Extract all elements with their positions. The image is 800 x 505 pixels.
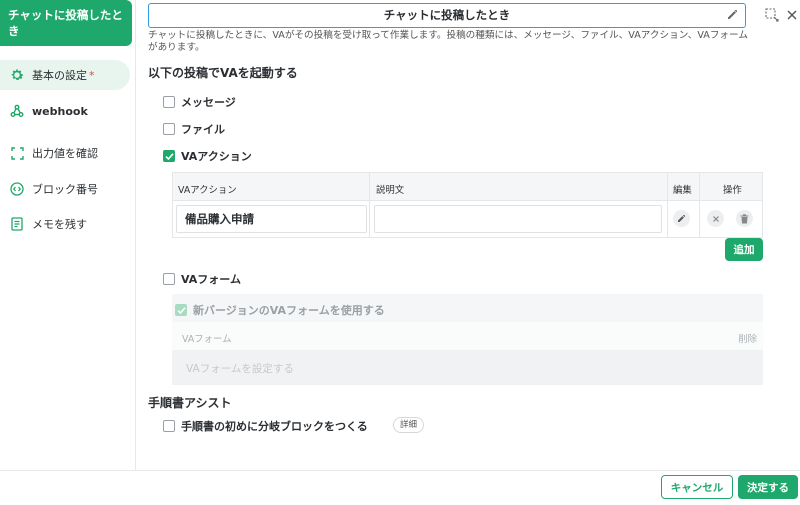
webhook-icon [9, 103, 25, 119]
cancel-button[interactable]: キャンセル [661, 475, 733, 499]
checkbox-label: ファイル [181, 123, 225, 136]
checkbox-box[interactable] [163, 420, 175, 432]
remove-button[interactable] [707, 210, 724, 227]
sidebar-item-label: webhook [32, 104, 88, 118]
trash-icon [740, 213, 749, 223]
header-edit: 編集 [673, 185, 692, 196]
confirm-button[interactable]: 決定する [738, 475, 798, 499]
sidebar-item-label: 出力値を確認 [32, 147, 98, 160]
checkbox-box[interactable] [163, 96, 175, 108]
check-icon [164, 152, 174, 160]
sidebar-item-webhook[interactable]: webhook [0, 96, 130, 126]
checkbox-new-version: 新バージョンのVAフォームを使用する [175, 302, 385, 318]
header-va-form: VAフォーム [182, 334, 232, 345]
header-va-action: VAアクション [178, 185, 237, 196]
checkbox-message[interactable]: メッセージ [163, 94, 236, 110]
add-button[interactable]: 追加 [725, 238, 763, 261]
sidebar-item-basic-settings[interactable]: 基本の設定 * [0, 60, 130, 90]
checkbox-label: 手順書の初めに分岐ブロックをつくる [181, 420, 368, 433]
table-header: VAアクション 説明文 編集 操作 [173, 173, 762, 201]
edit-button[interactable] [673, 210, 690, 227]
checkbox-box[interactable] [163, 150, 175, 162]
checkbox-box [175, 304, 187, 316]
check-icon [176, 306, 186, 314]
x-icon [712, 215, 719, 222]
checkbox-label: VAアクション [181, 150, 252, 163]
va-form-placeholder: VAフォームを設定する [186, 363, 294, 375]
checkbox-file[interactable]: ファイル [163, 121, 225, 137]
memo-icon [9, 216, 25, 232]
close-icon[interactable] [785, 8, 799, 22]
column-divider [369, 173, 370, 237]
select-area-icon[interactable] [765, 8, 779, 22]
delete-button[interactable] [736, 210, 753, 227]
sidebar-item-block-number[interactable]: ブロック番号 [0, 174, 130, 204]
column-divider [667, 173, 668, 237]
detail-button[interactable]: 詳細 [393, 417, 425, 433]
checkbox-box[interactable] [163, 273, 175, 285]
checkbox-label: VAフォーム [181, 273, 241, 286]
va-action-table: VAアクション 説明文 編集 操作 備品購入申請 [172, 172, 763, 238]
title-value: チャットに投稿したとき [383, 8, 511, 22]
va-form-placeholder-row: VAフォームを設定する [172, 350, 763, 385]
pencil-icon [728, 9, 738, 19]
sidebar: チャットに投稿したとき 基本の設定 * webhook 出力値を確認 ブロック番… [0, 0, 136, 470]
column-divider [699, 173, 700, 237]
code-icon [9, 181, 25, 197]
sidebar-item-label: ブロック番号 [32, 183, 98, 196]
va-form-header: VAフォーム 削除 [172, 322, 763, 350]
checkbox-label: メッセージ [181, 96, 236, 109]
dialog: チャットに投稿したとき 基本の設定 * webhook 出力値を確認 ブロック番… [0, 0, 800, 505]
title-field[interactable]: チャットに投稿したとき [148, 3, 746, 28]
header-ops: 操作 [723, 185, 742, 196]
manual-assist-heading: 手順書アシスト [148, 396, 232, 410]
trigger-heading: 以下の投稿でVAを起動する [148, 66, 298, 80]
va-action-description-field[interactable] [374, 205, 662, 233]
va-action-name-field[interactable]: 備品購入申請 [176, 205, 367, 233]
header-description: 説明文 [376, 185, 405, 196]
header-delete: 削除 [738, 334, 757, 345]
pencil-icon [678, 214, 686, 222]
gear-icon [9, 67, 25, 83]
sidebar-item-label: 基本の設定 [32, 69, 87, 82]
checkbox-va-form[interactable]: VAフォーム [163, 271, 241, 287]
frame-icon [9, 145, 25, 161]
checkbox-branch-block[interactable]: 手順書の初めに分岐ブロックをつくる [163, 418, 368, 434]
sidebar-title: チャットに投稿したとき [0, 0, 132, 46]
sidebar-item-output-check[interactable]: 出力値を確認 [0, 138, 130, 168]
va-form-panel: 新バージョンのVAフォームを使用する VAフォーム 削除 VAフォームを設定する [172, 294, 763, 385]
checkbox-box[interactable] [163, 123, 175, 135]
checkbox-va-action[interactable]: VAアクション [163, 148, 252, 164]
required-mark: * [89, 68, 95, 82]
checkbox-label: 新バージョンのVAフォームを使用する [193, 304, 385, 317]
description-text: チャットに投稿したときに、VAがその投稿を受け取って作業します。投稿の種類には、… [148, 30, 748, 53]
sidebar-item-memo[interactable]: メモを残す [0, 209, 130, 239]
sidebar-item-label: メモを残す [32, 218, 87, 231]
